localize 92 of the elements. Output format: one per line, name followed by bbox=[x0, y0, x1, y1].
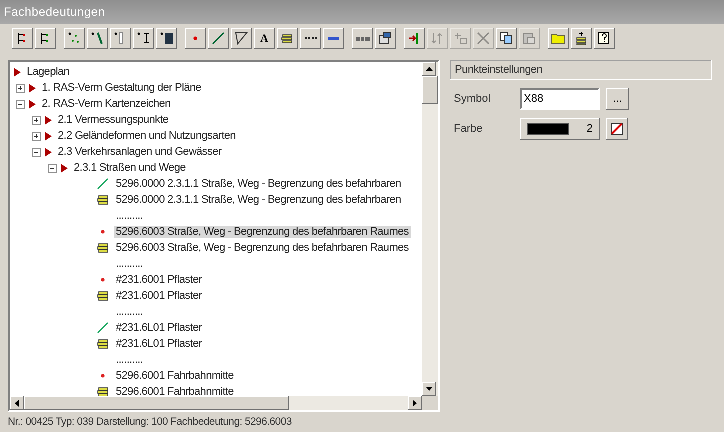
toolbar-button[interactable] bbox=[87, 28, 108, 49]
toolbar-button[interactable] bbox=[156, 28, 177, 49]
toolbar-button[interactable] bbox=[231, 28, 252, 49]
help-icon bbox=[597, 31, 612, 46]
status-text: Nr.: 00425 Typ: 039 Darstellung: 100 Fachbedeutung: 5296.6003 bbox=[8, 415, 293, 430]
tree-item[interactable]: #231.6L01 Pflaster bbox=[114, 338, 204, 350]
scrollbar-thumb[interactable] bbox=[422, 76, 438, 104]
tree-item[interactable]: 5296.6003 Straße, Weg - Begrenzung des befahrbaren Raumes bbox=[114, 242, 411, 254]
window-title: Fachbedeutungen bbox=[4, 5, 106, 19]
no-color-icon bbox=[611, 123, 623, 135]
color-button[interactable]: 2 bbox=[520, 118, 600, 140]
collapse-icon[interactable] bbox=[32, 148, 41, 156]
move-icon bbox=[430, 31, 445, 46]
toolbar-button[interactable] bbox=[133, 28, 154, 49]
collapse-icon[interactable] bbox=[48, 164, 57, 172]
node-icon bbox=[29, 84, 36, 92]
dots-icon bbox=[304, 37, 316, 40]
color-label: Farbe bbox=[454, 123, 484, 135]
area-icon bbox=[234, 31, 249, 46]
tree-item[interactable]: .......... bbox=[114, 306, 146, 318]
browse-button[interactable]: ... bbox=[606, 88, 630, 110]
toolbar-button[interactable] bbox=[404, 28, 425, 49]
left-arrow-icon bbox=[15, 400, 19, 406]
expand-icon[interactable] bbox=[32, 116, 41, 124]
node-icon bbox=[61, 164, 68, 172]
properties-icon bbox=[378, 31, 393, 46]
down-arrow-icon bbox=[426, 387, 432, 391]
tree-item[interactable]: .......... bbox=[114, 258, 146, 270]
toolbar-button[interactable] bbox=[375, 28, 396, 49]
tree-item[interactable]: 2. RAS-Verm Kartenzeichen bbox=[40, 98, 173, 110]
slash-icon bbox=[90, 31, 105, 46]
symbol-field[interactable]: X88 bbox=[520, 88, 600, 110]
stack-icon bbox=[96, 241, 110, 255]
section-header: Punkteinstellungen bbox=[450, 60, 712, 80]
node-icon bbox=[14, 68, 21, 76]
grid-icon bbox=[356, 36, 370, 40]
tree-item[interactable]: #231.6001 Pflaster bbox=[114, 290, 204, 302]
line-icon bbox=[96, 177, 110, 191]
tree-item[interactable]: 5296.0000 2.3.1.1 Straße, Weg - Begrenzung des befahrbaren bbox=[114, 194, 404, 206]
toolbar-button[interactable] bbox=[323, 28, 344, 49]
tree-item[interactable]: 1. RAS-Verm Gestaltung der Pläne bbox=[40, 82, 204, 94]
line-icon bbox=[96, 321, 110, 335]
stack-icon bbox=[96, 385, 110, 396]
expand-icon[interactable] bbox=[16, 84, 25, 92]
right-arrow-icon bbox=[413, 400, 417, 406]
node-icon bbox=[29, 100, 36, 108]
toolbar-button[interactable] bbox=[35, 28, 56, 49]
layers-icon bbox=[574, 31, 589, 46]
tree-item[interactable]: .......... bbox=[114, 210, 146, 222]
collapse-icon[interactable] bbox=[16, 100, 25, 108]
line-icon bbox=[211, 31, 226, 46]
expand-icon[interactable] bbox=[32, 132, 41, 140]
horizontal-scrollbar[interactable] bbox=[10, 396, 422, 410]
tree-item[interactable]: 2.3.1 Straßen und Wege bbox=[72, 162, 188, 174]
tree-item[interactable]: #231.6001 Pflaster bbox=[114, 274, 204, 286]
scatter-icon bbox=[67, 31, 82, 46]
scrollbar-corner bbox=[422, 396, 438, 410]
tree-item[interactable]: 5296.6001 Fahrbahnmitte bbox=[114, 370, 236, 382]
stack-icon bbox=[96, 337, 110, 351]
stack-icon bbox=[96, 193, 110, 207]
vertical-scrollbar[interactable] bbox=[422, 62, 438, 396]
scrollbar-thumb[interactable] bbox=[24, 396, 289, 410]
toolbar-button[interactable] bbox=[277, 28, 298, 49]
tree-item[interactable]: 5296.6001 Fahrbahnmitte bbox=[114, 386, 236, 396]
up-arrow-icon bbox=[426, 67, 432, 71]
node-icon bbox=[45, 132, 52, 140]
no-color-button[interactable] bbox=[606, 118, 628, 140]
text-cursor-icon bbox=[136, 31, 151, 46]
node-icon bbox=[45, 116, 52, 124]
tree-item[interactable]: .......... bbox=[114, 354, 146, 366]
stack-icon bbox=[96, 289, 110, 303]
cut-icon bbox=[476, 31, 491, 46]
toolbar-button[interactable] bbox=[571, 28, 592, 49]
toolbar-button[interactable] bbox=[300, 28, 321, 49]
block-icon bbox=[159, 31, 174, 46]
tree-item[interactable]: 2.2 Geländeformen und Nutzungsarten bbox=[56, 130, 238, 142]
toolbar-button[interactable] bbox=[208, 28, 229, 49]
copy-icon bbox=[499, 31, 514, 46]
toolbar-button[interactable] bbox=[12, 28, 33, 49]
paste-icon bbox=[522, 31, 537, 46]
tree-item[interactable]: #231.6L01 Pflaster bbox=[114, 322, 204, 334]
tree-item[interactable]: 2.1 Vermessungspunkte bbox=[56, 114, 171, 126]
tree-item[interactable]: 5296.6003 Straße, Weg - Begrenzung des befahrbaren Raumes bbox=[114, 226, 411, 238]
node-icon bbox=[45, 148, 52, 156]
symbol-label: Symbol bbox=[454, 93, 492, 105]
add-icon bbox=[453, 31, 468, 46]
tree-item[interactable]: 5296.0000 2.3.1.1 Straße, Weg - Begrenzung des befahrbaren bbox=[114, 178, 404, 190]
toolbar-button[interactable] bbox=[594, 28, 615, 49]
toolbar-button[interactable]: A bbox=[254, 28, 275, 49]
tree-item[interactable]: Lageplan bbox=[25, 66, 72, 78]
toolbar-button[interactable] bbox=[496, 28, 517, 49]
tree-item[interactable]: 2.3 Verkehrsanlagen und Gewässer bbox=[56, 146, 224, 158]
